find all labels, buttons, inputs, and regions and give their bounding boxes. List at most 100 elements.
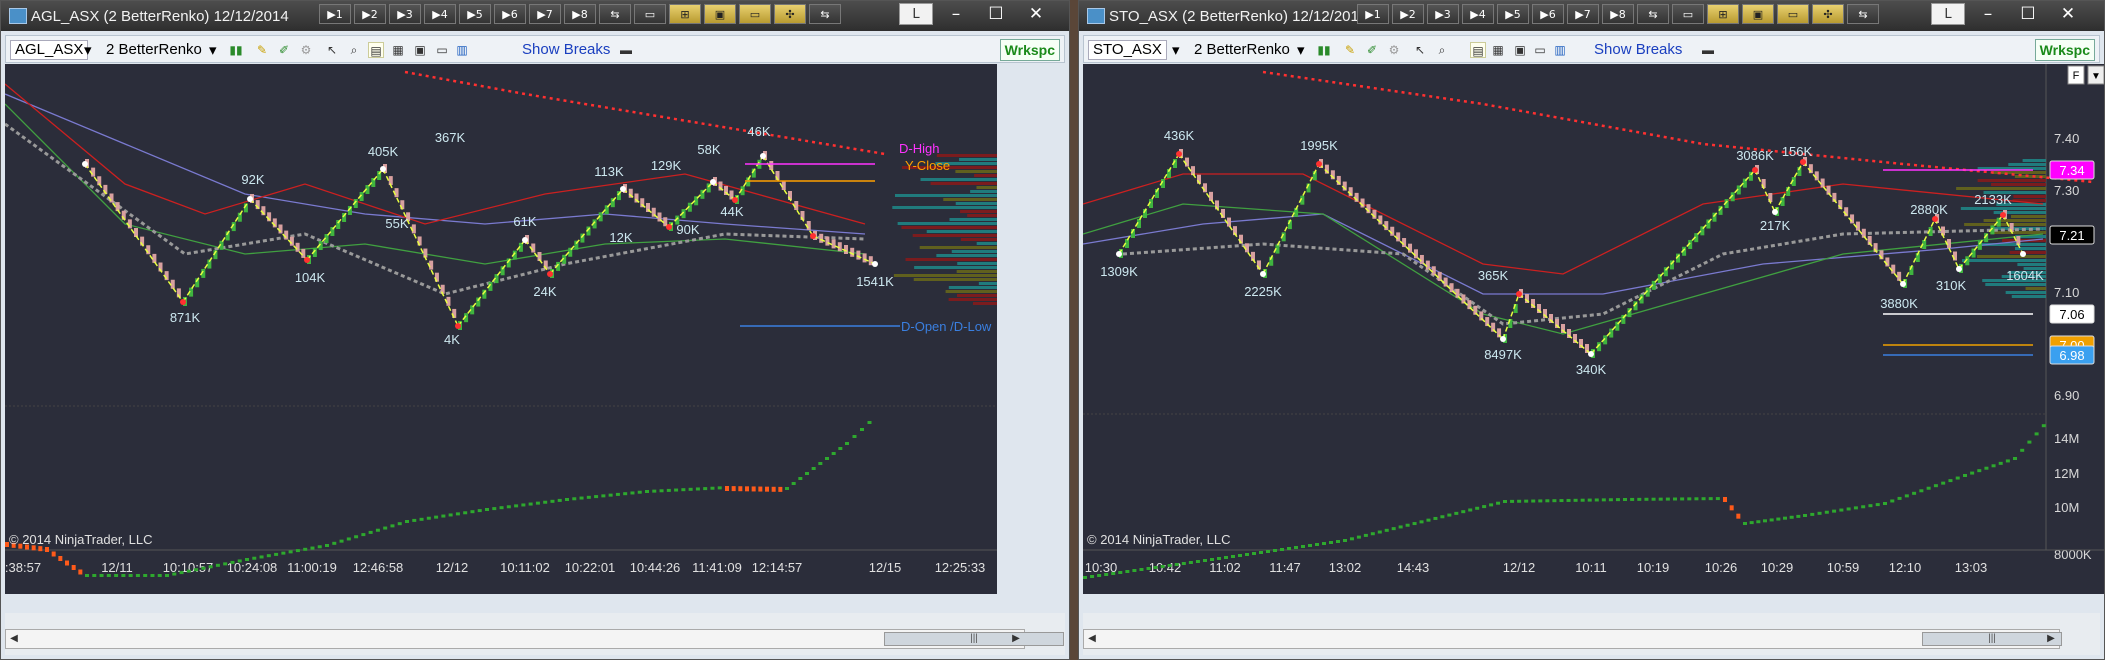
title-toolbar-button-4[interactable]: ▶5 <box>459 4 491 24</box>
panel-icon[interactable]: ▥ <box>454 42 470 58</box>
cumulative-volume-bar <box>805 472 809 475</box>
volume-profile-bar <box>956 270 997 273</box>
cursor-icon[interactable]: ↖ <box>324 42 340 58</box>
swing-volume-label: 217K <box>1760 218 1791 233</box>
lock-button[interactable]: L <box>899 3 933 25</box>
title-toolbar-button-0[interactable]: ▶1 <box>1357 4 1389 24</box>
indicator-icon[interactable]: ✐ <box>1364 42 1380 58</box>
cumulative-volume-bar <box>738 486 743 492</box>
title-toolbar-button-2[interactable]: ▶3 <box>1427 4 1459 24</box>
title-toolbar-button-7[interactable]: ▶8 <box>564 4 596 24</box>
strategy-icon[interactable]: ⚙ <box>1386 42 1402 58</box>
title-toolbar-button-4[interactable]: ▶5 <box>1497 4 1529 24</box>
menu-icon[interactable]: ▬ <box>618 42 634 58</box>
scroll-right-icon[interactable]: ▶ <box>1008 630 1024 648</box>
title-toolbar-button-6[interactable]: ▶7 <box>1567 4 1599 24</box>
show-breaks-button[interactable]: Show Breaks <box>1594 41 1682 58</box>
maximize-button[interactable]: ☐ <box>979 3 1013 25</box>
maximize-button[interactable]: ☐ <box>2011 3 2045 25</box>
title-toolbar-button-13[interactable]: ✣ <box>1812 4 1844 24</box>
bartype-selector[interactable]: 2 BetterRenko <box>1194 41 1290 58</box>
title-toolbar-button-13[interactable]: ✣ <box>774 4 806 24</box>
data-box-icon[interactable]: ▭ <box>434 42 450 58</box>
scroll-left-icon[interactable]: ◀ <box>1084 630 1100 648</box>
image-icon[interactable]: ▣ <box>412 42 428 58</box>
cumulative-volume-bar <box>1287 547 1291 550</box>
title-toolbar-button-8[interactable]: ⇆ <box>1637 4 1669 24</box>
title-toolbar-button-12[interactable]: ▭ <box>1777 4 1809 24</box>
zoom-icon[interactable]: ⌕ <box>1434 42 1450 58</box>
cumulative-volume-bar <box>259 555 264 559</box>
bars-icon[interactable]: ▮▮ <box>228 42 244 58</box>
strategy-icon[interactable]: ⚙ <box>298 42 314 58</box>
title-toolbar-button-7[interactable]: ▶8 <box>1602 4 1634 24</box>
minimize-button[interactable]: – <box>1971 3 2005 25</box>
chart-style-icon[interactable]: ▤ <box>1470 42 1486 58</box>
workspace-button[interactable]: Wrkspc <box>999 39 1060 61</box>
pencil-icon[interactable]: ✎ <box>1342 42 1358 58</box>
horizontal-scrollbar[interactable]: ◀ ||| ▶ <box>1083 629 2062 649</box>
data-box-icon[interactable]: ▭ <box>1532 42 1548 58</box>
close-button[interactable]: ✕ <box>2051 3 2085 25</box>
scroll-thumb[interactable]: ||| <box>1922 632 2062 646</box>
minimize-button[interactable]: – <box>939 3 973 25</box>
bartype-dropdown-icon[interactable]: ▾ <box>209 41 217 59</box>
indicator-icon[interactable]: ✐ <box>276 42 292 58</box>
title-toolbar-button-11[interactable]: ▣ <box>1742 4 1774 24</box>
bartype-selector[interactable]: 2 BetterRenko <box>106 41 202 58</box>
horizontal-scrollbar[interactable]: ◀ ||| ▶ <box>5 629 1064 649</box>
zoom-icon[interactable]: ⌕ <box>346 42 362 58</box>
bartype-dropdown-icon[interactable]: ▾ <box>1297 41 1305 59</box>
instrument-selector[interactable]: STO_ASX <box>1088 40 1167 60</box>
title-toolbar-button-9[interactable]: ▭ <box>634 4 666 24</box>
image-icon[interactable]: ▣ <box>1512 42 1528 58</box>
title-toolbar-button-11[interactable]: ▣ <box>704 4 736 24</box>
lock-button[interactable]: L <box>1931 3 1965 25</box>
title-toolbar-button-14[interactable]: ⇆ <box>1847 4 1879 24</box>
workspace-button[interactable]: Wrkspc <box>2034 39 2095 61</box>
scroll-left-icon[interactable]: ◀ <box>6 630 22 648</box>
cumulative-volume-bar <box>1482 505 1487 509</box>
sto-title-bar[interactable]: STO_ASX (2 BetterRenko) 12/12/2014 ▶1 ▶2 ▶… <box>1079 1 2104 31</box>
agl-price-chart[interactable]: 13.0012.9012.8012.7012.6012.5012.40400K2… <box>5 64 997 594</box>
title-toolbar-button-9[interactable]: ▭ <box>1672 4 1704 24</box>
title-toolbar-button-1[interactable]: ▶2 <box>354 4 386 24</box>
title-toolbar-button-1[interactable]: ▶2 <box>1392 4 1424 24</box>
instrument-dropdown-icon[interactable]: ▾ <box>84 41 92 59</box>
cumulative-volume-bar <box>710 486 715 490</box>
title-toolbar-button-10[interactable]: ⊞ <box>1707 4 1739 24</box>
title-toolbar-button-12[interactable]: ▭ <box>739 4 771 24</box>
title-toolbar-button-6[interactable]: ▶7 <box>529 4 561 24</box>
title-toolbar-button-3[interactable]: ▶4 <box>424 4 456 24</box>
cumulative-volume-bar <box>172 572 177 576</box>
title-toolbar-button-5[interactable]: ▶6 <box>494 4 526 24</box>
instrument-dropdown-icon[interactable]: ▾ <box>1172 41 1180 59</box>
title-toolbar-button-5[interactable]: ▶6 <box>1532 4 1564 24</box>
cursor-icon[interactable]: ↖ <box>1412 42 1428 58</box>
cumulative-volume-bar <box>1531 499 1536 503</box>
scroll-right-icon[interactable]: ▶ <box>2043 630 2059 648</box>
bars-icon[interactable]: ▮▮ <box>1316 42 1332 58</box>
cumulative-volume-bar <box>1524 499 1529 503</box>
title-toolbar-button-2[interactable]: ▶3 <box>389 4 421 24</box>
sto-price-chart[interactable]: 7.407.307.106.9014M12M10M8000K10:30 10:42… <box>1083 64 2104 594</box>
properties-icon[interactable]: ▦ <box>1490 42 1506 58</box>
title-toolbar-button-8[interactable]: ⇆ <box>599 4 631 24</box>
pencil-icon[interactable]: ✎ <box>254 42 270 58</box>
panel-icon[interactable]: ▥ <box>1552 42 1568 58</box>
chart-style-icon[interactable]: ▤ <box>368 42 384 58</box>
properties-icon[interactable]: ▦ <box>390 42 406 58</box>
title-toolbar-button-3[interactable]: ▶4 <box>1462 4 1494 24</box>
close-button[interactable]: ✕ <box>1019 3 1053 25</box>
title-toolbar-button-0[interactable]: ▶1 <box>319 4 351 24</box>
menu-icon[interactable]: ▬ <box>1700 42 1716 58</box>
instrument-selector[interactable]: AGL_ASX <box>10 40 89 60</box>
cumulative-volume-bar <box>1984 466 1989 470</box>
show-breaks-button[interactable]: Show Breaks <box>522 41 610 58</box>
scroll-thumb[interactable]: ||| <box>884 632 1064 646</box>
agl-title-bar[interactable]: AGL_ASX (2 BetterRenko) 12/12/2014 ▶1 ▶2 ▶… <box>1 1 1069 31</box>
swing-point <box>2020 251 2026 257</box>
title-toolbar-button-14[interactable]: ⇆ <box>809 4 841 24</box>
cumulative-volume-bar <box>1977 469 1982 473</box>
title-toolbar-button-10[interactable]: ⊞ <box>669 4 701 24</box>
